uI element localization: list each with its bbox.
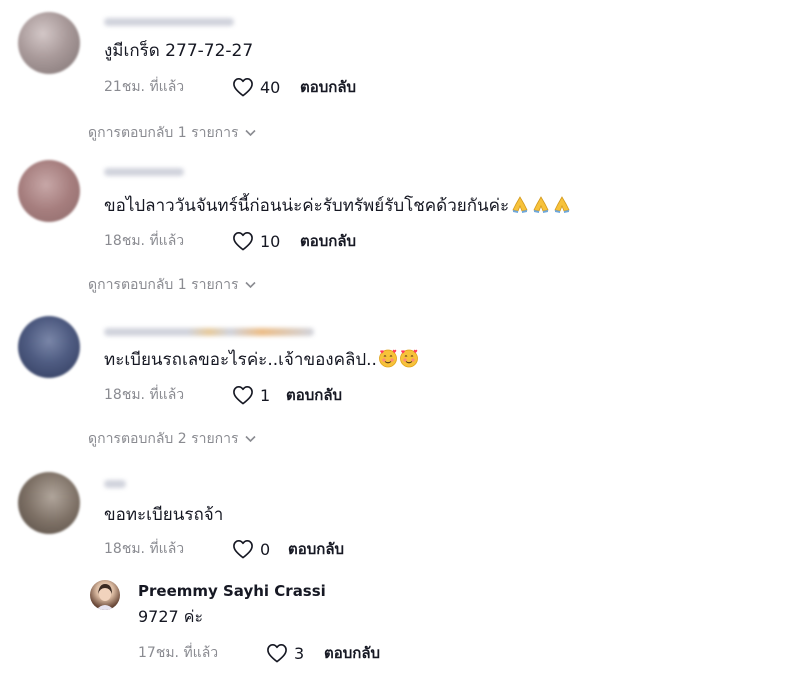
chevron-down-icon bbox=[244, 129, 256, 137]
avatar[interactable] bbox=[18, 472, 80, 534]
comment-meta: 18ชม. ที่แล้ว 0 ตอบกลับ bbox=[104, 538, 344, 560]
comment-text-body: ทะเบียนรถเลขอะไรค่ะ..เจ้าของคลิป.. bbox=[104, 350, 377, 370]
reply-button[interactable]: ตอบกลับ bbox=[286, 383, 342, 407]
heart-icon[interactable] bbox=[232, 539, 254, 559]
avatar[interactable] bbox=[18, 316, 80, 378]
chevron-down-icon bbox=[244, 281, 256, 289]
folded-hands-emoji bbox=[510, 194, 530, 220]
smiling-face-with-hearts-emoji bbox=[399, 348, 419, 374]
heart-icon[interactable] bbox=[232, 231, 254, 251]
like-button[interactable]: 10 bbox=[232, 231, 300, 251]
reply-item: Preemmy Sayhi Crassi 9727 ค่ะ 17ชม. ที่แ… bbox=[0, 576, 800, 676]
view-replies-label: ดูการตอบกลับ 1 รายการ bbox=[88, 277, 239, 293]
reply-button[interactable]: ตอบกลับ bbox=[300, 229, 356, 253]
comment-meta: 18ชม. ที่แล้ว 10 ตอบกลับ bbox=[104, 230, 356, 252]
reply-meta: 17ชม. ที่แล้ว 3 ตอบกลับ bbox=[138, 642, 380, 664]
comment-meta: 21ชม. ที่แล้ว 40 ตอบกลับ bbox=[104, 76, 356, 98]
like-count: 3 bbox=[294, 643, 305, 663]
avatar[interactable] bbox=[18, 12, 80, 74]
heart-icon[interactable] bbox=[266, 643, 288, 663]
comment-text: ขอไปลาววันจันทร์นี้ก่อนน่ะค่ะรับทรัพย์รั… bbox=[104, 194, 572, 220]
username-blurred[interactable] bbox=[104, 168, 184, 176]
view-replies-label: ดูการตอบกลับ 1 รายการ bbox=[88, 125, 239, 141]
heart-icon[interactable] bbox=[232, 77, 254, 97]
username-blurred[interactable] bbox=[104, 480, 126, 488]
comment-item: ทะเบียนรถเลขอะไรค่ะ..เจ้าของคลิป.. 18ชม.… bbox=[0, 300, 800, 460]
avatar[interactable] bbox=[18, 160, 80, 222]
folded-hands-emoji bbox=[552, 194, 572, 220]
comment-meta: 18ชม. ที่แล้ว 1 ตอบกลับ bbox=[104, 384, 342, 406]
reply-button[interactable]: ตอบกลับ bbox=[300, 75, 356, 99]
comment-time: 18ชม. ที่แล้ว bbox=[104, 387, 185, 403]
view-replies-button[interactable]: ดูการตอบกลับ 1 รายการ bbox=[88, 122, 256, 144]
reply-text: 9727 ค่ะ bbox=[138, 607, 204, 626]
comment-text: งูมีเกร็ด 277-72-27 bbox=[104, 41, 254, 61]
like-button[interactable]: 0 bbox=[232, 539, 288, 559]
username-blurred[interactable] bbox=[104, 18, 234, 26]
reply-time: 17ชม. ที่แล้ว bbox=[138, 645, 219, 661]
like-button[interactable]: 1 bbox=[232, 385, 286, 405]
comment-item: ขอทะเบียนรถจ้า 18ชม. ที่แล้ว 0 ตอบกลับ P… bbox=[0, 460, 800, 687]
reply-button[interactable]: ตอบกลับ bbox=[288, 537, 344, 561]
comment-text: ทะเบียนรถเลขอะไรค่ะ..เจ้าของคลิป.. bbox=[104, 348, 419, 374]
username-blurred[interactable] bbox=[104, 328, 314, 336]
comment-text-body: ขอไปลาววันจันทร์นี้ก่อนน่ะค่ะรับทรัพย์รั… bbox=[104, 196, 510, 216]
chevron-down-icon bbox=[244, 435, 256, 443]
comment-item: งูมีเกร็ด 277-72-27 21ชม. ที่แล้ว 40 ตอบ… bbox=[0, 0, 800, 150]
profile-photo bbox=[96, 584, 114, 610]
view-replies-button[interactable]: ดูการตอบกลับ 2 รายการ bbox=[88, 428, 256, 450]
like-button[interactable]: 40 bbox=[232, 77, 300, 97]
view-replies-button[interactable]: ดูการตอบกลับ 1 รายการ bbox=[88, 274, 256, 296]
comment-time: 21ชม. ที่แล้ว bbox=[104, 79, 185, 95]
comment-time: 18ชม. ที่แล้ว bbox=[104, 233, 185, 249]
comment-item: ขอไปลาววันจันทร์นี้ก่อนน่ะค่ะรับทรัพย์รั… bbox=[0, 150, 800, 300]
folded-hands-emoji bbox=[531, 194, 551, 220]
avatar[interactable] bbox=[90, 580, 120, 610]
heart-icon[interactable] bbox=[232, 385, 254, 405]
comment-text: ขอทะเบียนรถจ้า bbox=[104, 505, 224, 525]
like-button[interactable]: 3 bbox=[266, 643, 324, 663]
comment-time: 18ชม. ที่แล้ว bbox=[104, 541, 185, 557]
like-count: 1 bbox=[260, 385, 271, 405]
reply-username[interactable]: Preemmy Sayhi Crassi bbox=[138, 582, 326, 600]
reply-button[interactable]: ตอบกลับ bbox=[324, 641, 380, 665]
smiling-face-with-hearts-emoji bbox=[378, 348, 398, 374]
like-count: 0 bbox=[260, 539, 271, 559]
view-replies-label: ดูการตอบกลับ 2 รายการ bbox=[88, 431, 239, 447]
like-count: 40 bbox=[260, 77, 281, 97]
like-count: 10 bbox=[260, 231, 281, 251]
